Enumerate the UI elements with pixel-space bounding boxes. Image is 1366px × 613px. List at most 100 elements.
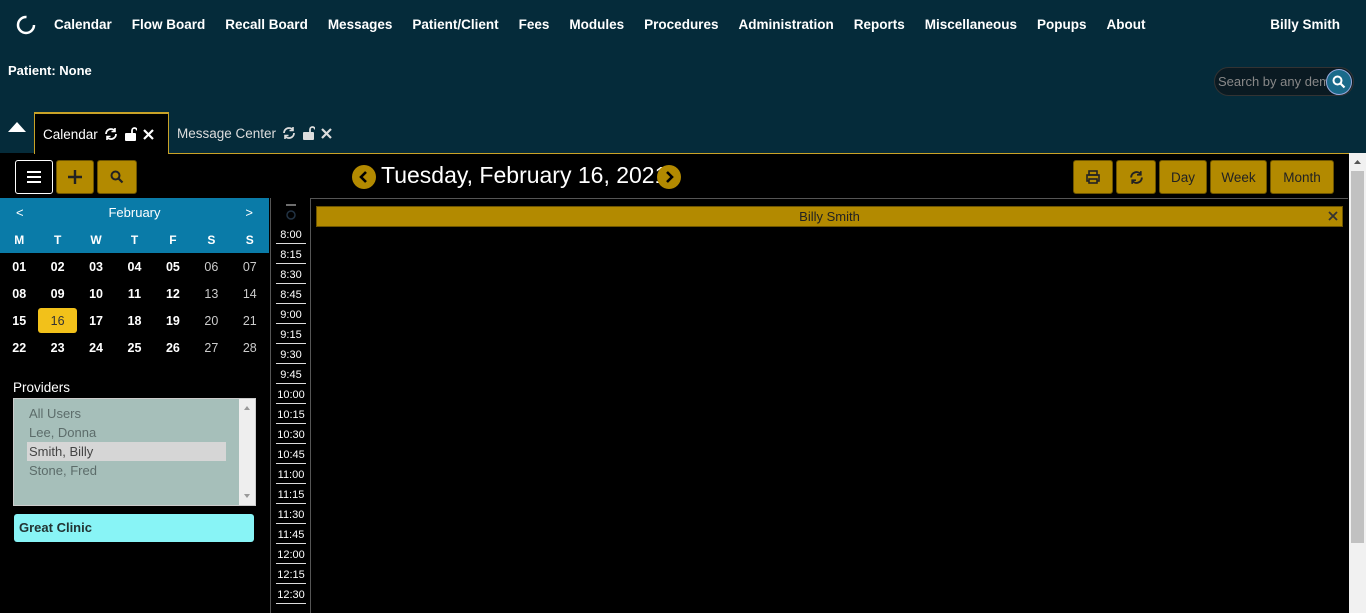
user-menu[interactable]: Billy Smith — [1270, 17, 1340, 32]
time-slot-label[interactable]: 8:15 — [276, 246, 306, 264]
time-slot-label[interactable]: 10:15 — [276, 406, 306, 424]
calendar-day[interactable]: 02 — [38, 253, 76, 280]
month-view-button[interactable]: Month — [1270, 160, 1334, 194]
providers-select[interactable]: All Users Lee, Donna Smith, Billy Stone, Fr… — [13, 398, 256, 506]
calendar-day[interactable]: 11 — [115, 280, 153, 307]
next-month-button[interactable]: > — [245, 205, 253, 220]
time-slot-label[interactable]: 10:00 — [276, 386, 306, 404]
calendar-day[interactable]: 25 — [115, 334, 153, 361]
calendar-day[interactable]: 18 — [115, 307, 153, 334]
app-logo-icon[interactable] — [15, 14, 37, 36]
time-slot-label[interactable]: 10:30 — [276, 426, 306, 444]
unlock-icon[interactable] — [302, 126, 316, 140]
refresh-icon[interactable] — [282, 126, 296, 140]
calendar-day[interactable]: 13 — [192, 280, 230, 307]
day-grid: 01 02 03 04 05 06 07 08 09 10 11 12 13 14 15 16 17 18 19 20… — [0, 253, 269, 361]
scroll-up-icon[interactable] — [239, 402, 255, 414]
time-slot-label[interactable]: 8:45 — [276, 286, 306, 304]
nav-item-procedures[interactable]: Procedures — [644, 17, 718, 32]
provider-option[interactable]: Stone, Fred — [27, 461, 226, 480]
weekday-label: S — [245, 232, 254, 247]
nav-item-modules[interactable]: Modules — [569, 17, 624, 32]
nav-item-administration[interactable]: Administration — [738, 17, 833, 32]
calendar-day[interactable]: 20 — [192, 307, 230, 334]
calendar-day[interactable]: 06 — [192, 253, 230, 280]
time-slot-label[interactable]: 11:30 — [276, 506, 306, 524]
search-button[interactable] — [1326, 69, 1352, 95]
time-slot-label[interactable]: 11:00 — [276, 466, 306, 484]
nav-item-messages[interactable]: Messages — [328, 17, 393, 32]
nav-item-miscellaneous[interactable]: Miscellaneous — [925, 17, 1017, 32]
refresh-button[interactable] — [1116, 160, 1156, 194]
calendar-day[interactable]: 23 — [38, 334, 76, 361]
collapse-header-icon[interactable] — [8, 122, 26, 132]
calendar-day[interactable]: 05 — [154, 253, 192, 280]
close-icon[interactable] — [143, 128, 154, 140]
time-slot-label[interactable]: 11:15 — [276, 486, 306, 504]
calendar-day[interactable]: 14 — [231, 280, 269, 307]
facility-selector[interactable]: Great Clinic — [14, 514, 254, 542]
close-icon[interactable] — [321, 127, 332, 139]
scroll-up-icon[interactable] — [1349, 155, 1366, 169]
sidebar-menu-button[interactable] — [15, 160, 53, 194]
nav-item-about[interactable]: About — [1107, 17, 1146, 32]
calendar-day[interactable]: 22 — [0, 334, 38, 361]
time-slot-label[interactable]: 8:00 — [276, 226, 306, 244]
time-slot-label[interactable]: 12:15 — [276, 566, 306, 584]
time-slot-label[interactable]: 9:00 — [276, 306, 306, 324]
time-slot-label[interactable]: 12:00 — [276, 546, 306, 564]
time-slot-label[interactable]: 9:45 — [276, 366, 306, 384]
nav-item-popups[interactable]: Popups — [1037, 17, 1087, 32]
calendar-day[interactable]: 26 — [154, 334, 192, 361]
calendar-day[interactable]: 08 — [0, 280, 38, 307]
calendar-day[interactable]: 21 — [231, 307, 269, 334]
calendar-day[interactable]: 03 — [77, 253, 115, 280]
calendar-day[interactable]: 15 — [0, 307, 38, 334]
nav-item-patient-client[interactable]: Patient/Client — [412, 17, 498, 32]
prev-month-button[interactable]: < — [16, 205, 24, 220]
calendar-day[interactable]: 12 — [154, 280, 192, 307]
nav-item-recall-board[interactable]: Recall Board — [225, 17, 308, 32]
add-appointment-button[interactable] — [56, 160, 94, 194]
time-slot-label[interactable]: 12:30 — [276, 586, 306, 604]
provider-option[interactable]: Lee, Donna — [27, 423, 226, 442]
prev-day-button[interactable] — [352, 165, 376, 189]
tab-calendar[interactable]: Calendar — [34, 112, 169, 154]
patient-search-input[interactable] — [1218, 74, 1326, 89]
time-slot-label[interactable]: 9:15 — [276, 326, 306, 344]
scrollbar-thumb[interactable] — [1351, 171, 1364, 543]
calendar-day[interactable]: 07 — [231, 253, 269, 280]
search-appointments-button[interactable] — [97, 160, 137, 194]
calendar-day[interactable]: 27 — [192, 334, 230, 361]
provider-option[interactable]: All Users — [27, 404, 226, 423]
tab-message-center[interactable]: Message Center — [177, 112, 332, 154]
print-button[interactable] — [1073, 160, 1113, 194]
calendar-day[interactable]: 04 — [115, 253, 153, 280]
nav-item-reports[interactable]: Reports — [854, 17, 905, 32]
provider-option[interactable]: Smith, Billy — [27, 442, 226, 461]
calendar-day[interactable]: 17 — [77, 307, 115, 334]
nav-item-flow-board[interactable]: Flow Board — [132, 17, 206, 32]
unlock-icon[interactable] — [124, 127, 137, 141]
close-icon[interactable] — [1328, 207, 1338, 226]
time-slot-label[interactable]: 10:45 — [276, 446, 306, 464]
refresh-icon[interactable] — [104, 127, 118, 141]
time-slot-label[interactable]: 9:30 — [276, 346, 306, 364]
calendar-day[interactable]: 19 — [154, 307, 192, 334]
next-day-button[interactable] — [657, 165, 681, 189]
nav-item-fees[interactable]: Fees — [519, 17, 550, 32]
calendar-day[interactable]: 16 — [38, 308, 77, 333]
calendar-day[interactable]: 24 — [77, 334, 115, 361]
calendar-day[interactable]: 10 — [77, 280, 115, 307]
calendar-day[interactable]: 09 — [38, 280, 76, 307]
scroll-down-icon[interactable] — [239, 490, 255, 502]
nav-item-calendar[interactable]: Calendar — [54, 17, 112, 32]
calendar-day[interactable]: 28 — [231, 334, 269, 361]
calendar-day[interactable]: 01 — [0, 253, 38, 280]
day-view-button[interactable]: Day — [1159, 160, 1207, 194]
week-view-button[interactable]: Week — [1210, 160, 1267, 194]
page-scrollbar[interactable] — [1349, 153, 1366, 613]
providers-scrollbar[interactable] — [239, 399, 255, 505]
time-slot-label[interactable]: 8:30 — [276, 266, 306, 284]
time-slot-label[interactable]: 11:45 — [276, 526, 306, 544]
